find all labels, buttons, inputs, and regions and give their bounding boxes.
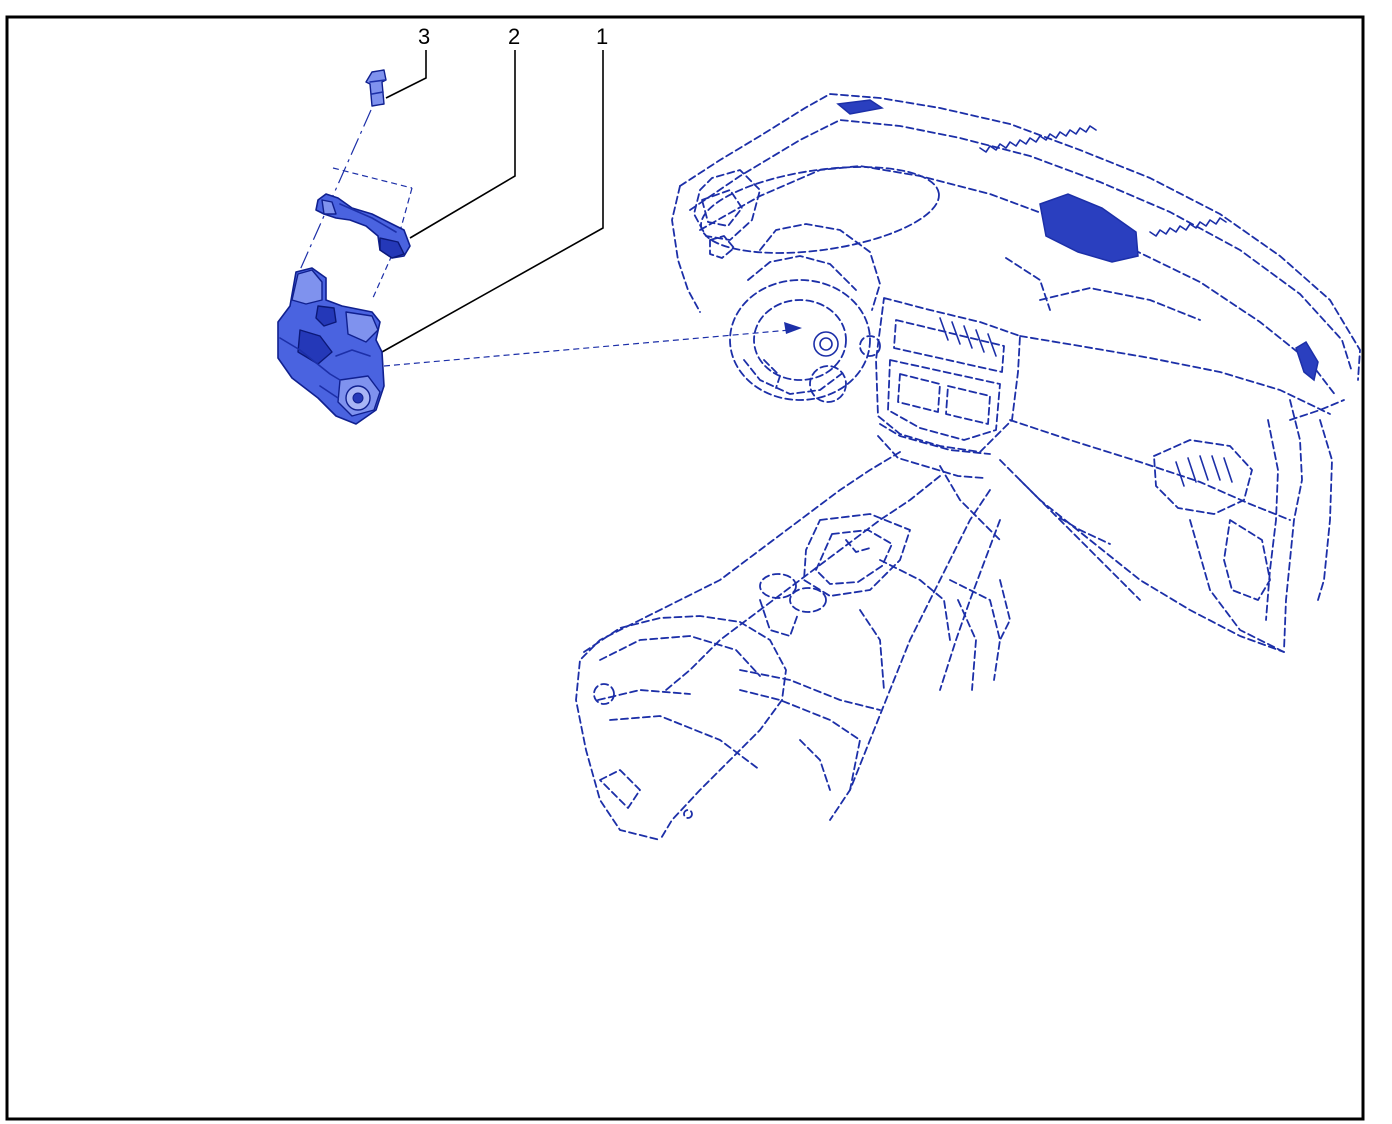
callout-2-label: 2 <box>508 24 520 49</box>
parts-diagram: 3 2 1 <box>5 15 1365 1121</box>
callout-1-label: 1 <box>596 24 608 49</box>
callout-3-label: 3 <box>418 24 430 49</box>
